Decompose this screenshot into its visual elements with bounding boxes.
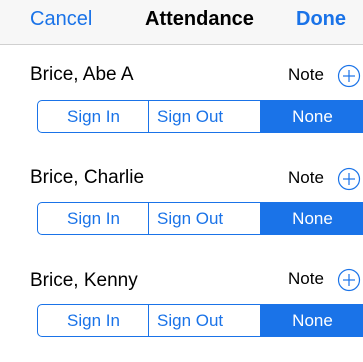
sign-in-segment[interactable]: Sign In (37, 304, 150, 337)
attendance-screen: Cancel Attendance Done Brice, Abe A Note… (0, 0, 363, 362)
note-label: Note (288, 168, 324, 187)
attendance-segmented-control: Sign In Sign Out None (37, 304, 363, 337)
cancel-button[interactable]: Cancel (30, 8, 92, 31)
none-segment-selected[interactable]: None (260, 100, 363, 133)
person-name: Brice, Charlie (30, 167, 145, 188)
sign-out-label: Sign Out (157, 311, 224, 330)
attendance-segmented-control: Sign In Sign Out None (37, 100, 363, 133)
navigation-bar: Cancel Attendance Done (0, 0, 363, 45)
none-segment-selected[interactable]: None (260, 202, 363, 235)
done-button[interactable]: Done (296, 8, 346, 31)
person-name: Brice, Kenny (30, 270, 138, 291)
sign-out-label: Sign Out (157, 209, 224, 228)
none-segment-selected[interactable]: None (260, 304, 363, 337)
sign-in-segment[interactable]: Sign In (37, 100, 150, 133)
page-title: Attendance (145, 8, 254, 30)
add-note-icon[interactable] (337, 167, 361, 191)
sign-in-segment[interactable]: Sign In (37, 202, 150, 235)
sign-out-segment[interactable]: Sign Out (148, 304, 262, 337)
add-note-icon[interactable] (337, 64, 361, 88)
attendance-segmented-control: Sign In Sign Out None (37, 202, 363, 235)
add-note-icon[interactable] (337, 268, 361, 292)
sign-out-label: Sign Out (157, 107, 224, 126)
sign-out-segment[interactable]: Sign Out (148, 202, 262, 235)
sign-out-segment[interactable]: Sign Out (148, 100, 262, 133)
note-label: Note (288, 269, 324, 288)
person-name: Brice, Abe A (30, 64, 134, 85)
note-label: Note (288, 65, 324, 84)
